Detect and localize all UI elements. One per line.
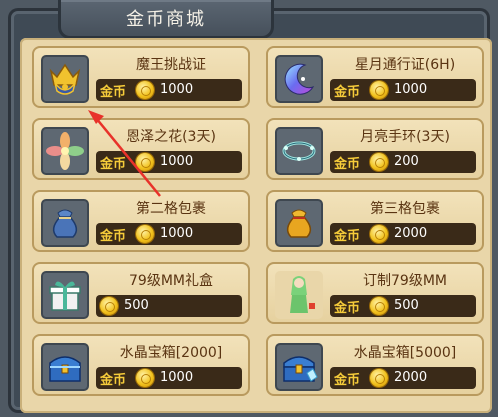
item-price: 1000 [160, 154, 194, 169]
gold-coin-icon [370, 297, 388, 315]
item-name: 星月通行证(6H) [354, 57, 456, 73]
currency-label: 金币 [334, 157, 361, 172]
gold-coin-icon [370, 81, 388, 99]
item-name: 恩泽之花(3天) [126, 129, 216, 145]
item-price: 2000 [394, 370, 428, 385]
gold-coin-icon [370, 153, 388, 171]
currency-label: 金币 [100, 157, 127, 172]
gold-coin-icon [136, 225, 154, 243]
shop-item-card[interactable]: 水晶宝箱[5000] 金币 2000 [266, 334, 484, 396]
price-bar: 500 [96, 295, 242, 317]
item-price: 1000 [160, 370, 194, 385]
item-name: 水晶宝箱[5000] [353, 345, 457, 361]
price-bar: 金币 1000 [96, 223, 242, 245]
item-price: 1000 [160, 226, 194, 241]
item-price: 200 [394, 154, 419, 169]
shop-item-card[interactable]: 水晶宝箱[2000] 金币 1000 [32, 334, 250, 396]
shop-item-card[interactable]: 恩泽之花(3天) 金币 1000 [32, 118, 250, 180]
crescent-moon-icon [275, 55, 323, 103]
currency-label: 金币 [334, 85, 361, 100]
price-bar: 金币 1000 [330, 79, 476, 101]
item-name: 79级MM礼盒 [129, 273, 213, 289]
shop-item-card[interactable]: 魔王挑战证 金币 1000 [32, 46, 250, 108]
item-name: 订制79级MM [363, 273, 447, 289]
price-bar: 金币 500 [330, 295, 476, 317]
shop-title: 金币商城 [58, 0, 274, 39]
shop-item-card[interactable]: 订制79级MM 金币 500 [266, 262, 484, 324]
treasure-chest-icon [41, 343, 89, 391]
gold-coin-icon [370, 369, 388, 387]
shop-item-card[interactable]: 第二格包裹 金币 1000 [32, 190, 250, 252]
item-name: 第三格包裹 [370, 201, 440, 217]
shop-item-card[interactable]: 星月通行证(6H) 金币 1000 [266, 46, 484, 108]
shop-panel: 魔王挑战证 金币 1000 星月通行证(6H) 金币 1000 恩泽之花(3天)… [20, 38, 492, 413]
price-bar: 金币 2000 [330, 223, 476, 245]
gold-coin-icon [136, 81, 154, 99]
item-price: 1000 [394, 82, 428, 97]
price-bar: 金币 1000 [96, 151, 242, 173]
shop-item-card[interactable]: 月亮手环(3天) 金币 200 [266, 118, 484, 180]
item-name: 水晶宝箱[2000] [119, 345, 223, 361]
currency-label: 金币 [334, 301, 361, 316]
gold-coin-icon [136, 369, 154, 387]
currency-label: 金币 [334, 373, 361, 388]
currency-label: 金币 [334, 229, 361, 244]
item-price: 500 [124, 298, 149, 313]
shop-item-card[interactable]: 第三格包裹 金币 2000 [266, 190, 484, 252]
currency-label: 金币 [100, 229, 127, 244]
item-name: 第二格包裹 [136, 201, 206, 217]
blue-pouch-icon [41, 199, 89, 247]
currency-label: 金币 [100, 85, 127, 100]
item-name: 月亮手环(3天) [360, 129, 450, 145]
gold-coin-icon [100, 297, 118, 315]
price-bar: 金币 2000 [330, 367, 476, 389]
currency-label: 金币 [100, 373, 127, 388]
item-name: 魔王挑战证 [136, 57, 206, 73]
item-price: 1000 [160, 82, 194, 97]
gold-coin-icon [136, 153, 154, 171]
shop-item-card[interactable]: 79级MM礼盒 500 [32, 262, 250, 324]
character-icon [275, 271, 323, 319]
crown-badge-icon [41, 55, 89, 103]
gift-box-icon [41, 271, 89, 319]
gold-coin-icon [370, 225, 388, 243]
item-price: 500 [394, 298, 419, 313]
price-bar: 金币 1000 [96, 79, 242, 101]
bracelet-icon [275, 127, 323, 175]
treasure-chest-icon [275, 343, 323, 391]
item-price: 2000 [394, 226, 428, 241]
gold-pouch-icon [275, 199, 323, 247]
price-bar: 金币 200 [330, 151, 476, 173]
flower-icon [41, 127, 89, 175]
price-bar: 金币 1000 [96, 367, 242, 389]
